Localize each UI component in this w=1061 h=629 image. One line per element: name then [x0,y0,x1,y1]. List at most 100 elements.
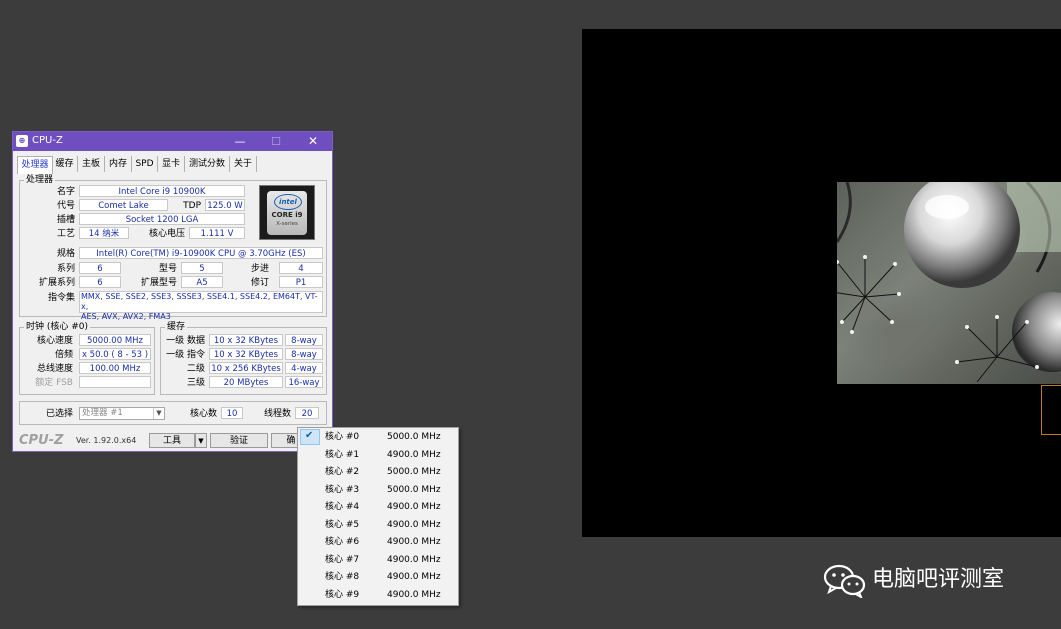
voltage-value: 1.111 V [189,227,245,239]
l1-inst-way: 8-way [285,348,323,360]
menu-item-core-freq: 4900.0 MHz [387,537,441,547]
l3-label: 三级 [186,378,205,388]
core-i9-logo-text: CORE i9 [271,211,303,219]
core-speed-value: 5000.00 MHz [79,334,151,346]
tdp-value: 125.0 W [205,199,245,211]
l2-label: 二级 [186,364,205,374]
tab-mainboard[interactable]: 主板 [78,156,105,172]
cache-group-title: 缓存 [165,321,188,333]
menu-item-core-freq: 5000.0 MHz [387,484,441,495]
close-button[interactable]: ✕ [295,132,331,151]
menu-item-core-0[interactable]: 核心 #0 5000.0 MHz [298,429,458,446]
menu-item-core-label: 核心 #0 [325,432,360,442]
model-value: 5 [181,262,223,274]
footer: CPU-Z Ver. 1.92.0.x64 工具 ▼ 验证 确 [13,430,332,451]
title-bar[interactable]: ⊕ CPU-Z — ☐ ✕ [13,132,332,151]
render-image [837,182,1061,384]
menu-item-core-label: 核心 #7 [325,554,360,565]
chevron-down-icon[interactable]: ▼ [153,408,164,419]
l2-way: 4-way [285,362,323,374]
render-tile-bucket [1041,385,1061,435]
tab-spd[interactable]: SPD [132,156,158,172]
l2-value: 10 x 256 KBytes [209,362,283,374]
minimize-button[interactable]: — [222,132,258,151]
processor-group-title: 处理器 [24,174,56,186]
specification-label: 规格 [56,249,75,259]
threads-label: 线程数 [263,409,291,419]
cpuz-window: ⊕ CPU-Z — ☐ ✕ 处理器 缓存 主板 内存 SPD 显卡 测试分数 关… [12,131,333,452]
tools-dropdown-arrow[interactable]: ▼ [195,433,207,448]
core-speed-label: 核心速度 [36,336,73,346]
version-text: Ver. 1.92.0.x64 [76,436,137,445]
revision-label: 修订 [250,278,269,288]
menu-item-core-freq: 4900.0 MHz [387,554,441,565]
menu-item-core-5[interactable]: 核心 #5 4900.0 MHz [298,517,458,534]
codename-label: 代号 [56,201,75,211]
ext-family-value: 6 [79,276,121,288]
menu-item-core-7[interactable]: 核心 #7 4900.0 MHz [298,552,458,569]
technology-label: 工艺 [56,229,75,239]
menu-item-core-label: 核心 #6 [325,537,360,547]
l1-data-value: 10 x 32 KBytes [209,334,283,346]
clocks-group-title: 时钟 (核心 #0) [24,321,91,333]
processor-selector-value: 处理器 #1 [82,408,123,418]
family-label: 系列 [56,264,75,274]
l3-value: 20 MBytes [209,376,283,388]
technology-value: 14 纳米 [79,227,129,239]
cpuz-brand-logo: CPU-Z [19,433,64,448]
stepping-value: 4 [279,262,323,274]
menu-item-core-freq: 4900.0 MHz [387,449,441,460]
validate-button[interactable]: 验证 [210,433,268,448]
menu-item-core-label: 核心 #2 [325,467,360,477]
maximize-button[interactable]: ☐ [258,132,294,151]
multiplier-label: 倍频 [54,350,73,360]
menu-item-core-3[interactable]: 核心 #3 5000.0 MHz [298,482,458,499]
menu-item-core-2[interactable]: 核心 #2 5000.0 MHz [298,464,458,481]
voltage-label: 核心电压 [148,229,185,239]
l1-inst-value: 10 x 32 KBytes [209,348,283,360]
tools-button[interactable]: 工具 [149,433,195,448]
core-clock-menu: ✔ 核心 #0 5000.0 MHz 核心 #1 4900.0 MHz 核心 #… [297,427,459,606]
menu-item-core-label: 核心 #4 [325,502,360,512]
tab-about[interactable]: 关于 [230,156,257,172]
cpu-logo-badge: intel CORE i9 X-series [267,191,307,235]
l1-data-way: 8-way [285,334,323,346]
menu-item-core-4[interactable]: 核心 #4 4900.0 MHz [298,499,458,516]
instructions-label: 指令集 [47,293,75,303]
cores-value: 10 [221,407,243,419]
tab-graphics[interactable]: 显卡 [158,156,185,172]
processor-selector[interactable]: 处理器 #1 ▼ [79,407,165,420]
watermark-text: 电脑吧评测室 [872,567,1005,592]
name-label: 名字 [56,187,75,197]
menu-item-core-freq: 4900.0 MHz [387,502,441,512]
tab-processor[interactable]: 处理器 [17,156,53,174]
cores-label: 核心数 [189,409,217,419]
bus-speed-label: 总线速度 [36,364,73,374]
cpuz-app-icon: ⊕ [16,135,28,147]
tab-bench[interactable]: 测试分数 [185,156,230,172]
bus-speed-value: 100.00 MHz [79,362,151,374]
menu-item-core-8[interactable]: 核心 #8 4900.0 MHz [298,569,458,586]
menu-item-core-label: 核心 #1 [325,449,360,460]
model-label: 型号 [158,264,177,274]
intel-logo: intel [274,194,302,210]
tab-memory[interactable]: 内存 [105,156,132,172]
instructions-value: MMX, SSE, SSE2, SSE3, SSSE3, SSE4.1, SSE… [79,291,323,321]
menu-item-core-9[interactable]: 核心 #9 4900.0 MHz [298,587,458,604]
tab-caches[interactable]: 缓存 [52,156,78,172]
family-value: 6 [79,262,121,274]
menu-item-core-freq: 4900.0 MHz [387,572,441,582]
package-value: Socket 1200 LGA [79,213,245,225]
window-title: CPU-Z [32,135,63,146]
menu-item-core-label: 核心 #5 [325,519,360,530]
multiplier-value: x 50.0 ( 8 - 53 ) [79,348,151,360]
l1-data-label: 一级 数据 [166,336,205,346]
name-value: Intel Core i9 10900K [79,185,245,197]
menu-item-core-freq: 4900.0 MHz [387,589,441,600]
menu-item-core-6[interactable]: 核心 #6 4900.0 MHz [298,534,458,551]
ext-model-label: 扩展型号 [140,278,177,288]
l3-way: 16-way [285,376,323,388]
package-label: 插槽 [56,215,75,225]
menu-item-core-1[interactable]: 核心 #1 4900.0 MHz [298,447,458,464]
fsb-label: 额定 FSB [35,378,73,388]
